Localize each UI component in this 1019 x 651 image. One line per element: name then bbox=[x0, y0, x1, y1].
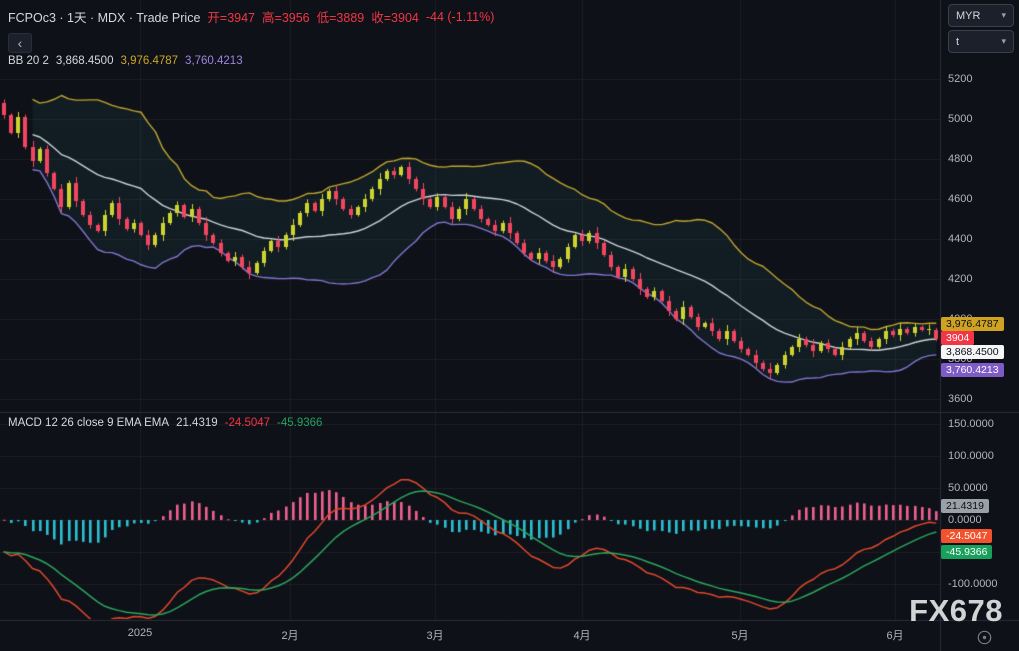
bb-lower-value: 3,760.4213 bbox=[185, 55, 243, 67]
price-tick-label: 3600 bbox=[948, 393, 973, 405]
bb-legend[interactable]: BB 20 2 3,868.4500 3,976.4787 3,760.4213 bbox=[8, 55, 243, 67]
price-badge: 3904 bbox=[941, 331, 975, 345]
macd-hist-value: 21.4319 bbox=[176, 417, 218, 429]
price-tick-label: 4200 bbox=[948, 273, 973, 285]
time-axis-label: 4月 bbox=[573, 630, 591, 642]
price-chart-canvas[interactable] bbox=[0, 0, 1019, 651]
price-tick-label: 4800 bbox=[948, 153, 973, 165]
macd-tick-label: 150.0000 bbox=[948, 418, 994, 430]
ohlc-open: 开=3947 bbox=[207, 11, 256, 25]
bb-upper-value: 3,976.4787 bbox=[120, 55, 179, 67]
bb-basis-value: 3,868.4500 bbox=[55, 55, 114, 67]
symbol-title[interactable]: FCPOc3 · 1天 · MDX · Trade Price bbox=[8, 7, 200, 26]
chevron-down-icon: ▾ bbox=[1001, 36, 1006, 46]
macd-tick-label: 0.0000 bbox=[948, 514, 982, 526]
unit-dropdown-value: t bbox=[956, 35, 960, 48]
time-axis-label: 2月 bbox=[281, 630, 299, 642]
currency-dropdown[interactable]: MYR ▾ bbox=[948, 4, 1014, 27]
unit-dropdown[interactable]: t ▾ bbox=[948, 30, 1014, 53]
macd-line-value: -24.5047 bbox=[224, 417, 271, 429]
macd-tick-label: 100.0000 bbox=[948, 450, 994, 462]
price-axis[interactable]: 520050004800460044004200400038003600150.… bbox=[940, 0, 1019, 620]
price-badge: 3,976.4787 bbox=[941, 317, 1004, 331]
ohlc-change: -44 (-1.11%) bbox=[425, 9, 495, 24]
price-tick-label: 5200 bbox=[948, 73, 973, 85]
back-button[interactable]: ‹ bbox=[8, 33, 32, 53]
price-badge: 3,760.4213 bbox=[941, 363, 1004, 377]
macd-badge: -45.9366 bbox=[941, 545, 993, 559]
price-badge: 3,868.4500 bbox=[941, 345, 1004, 359]
macd-legend-title: MACD 12 26 close 9 EMA EMA bbox=[8, 417, 170, 429]
macd-tick-label: 50.0000 bbox=[948, 482, 988, 494]
ohlc-low: 低=3889 bbox=[316, 11, 365, 25]
ohlc-close: 收=3904 bbox=[371, 11, 419, 25]
macd-signal-value: -45.9366 bbox=[277, 417, 323, 429]
target-icon[interactable] bbox=[976, 629, 993, 646]
macd-badge: -24.5047 bbox=[941, 529, 993, 543]
macd-tick-label: -100.0000 bbox=[948, 578, 998, 590]
watermark: FX678 bbox=[909, 593, 1003, 628]
macd-badge: 21.4319 bbox=[941, 499, 989, 513]
time-axis-label: 3月 bbox=[426, 630, 444, 642]
symbol-legend: FCPOc3 · 1天 · MDX · Trade Price 开=3947 高… bbox=[8, 7, 494, 26]
macd-legend[interactable]: MACD 12 26 close 9 EMA EMA 21.4319 -24.5… bbox=[8, 417, 322, 429]
bb-legend-title: BB 20 2 bbox=[8, 55, 49, 67]
time-axis[interactable]: 2025 2月 3月 4月 5月 6月 bbox=[0, 620, 1019, 651]
currency-dropdown-value: MYR bbox=[956, 9, 981, 22]
time-axis-label: 6月 bbox=[886, 630, 904, 642]
price-tick-label: 4600 bbox=[948, 193, 973, 205]
price-tick-label: 4400 bbox=[948, 233, 973, 245]
price-tick-label: 5000 bbox=[948, 113, 973, 125]
ohlc-high: 高=3956 bbox=[262, 11, 310, 25]
time-axis-label: 5月 bbox=[731, 630, 749, 642]
chevron-down-icon: ▾ bbox=[1001, 10, 1006, 20]
time-axis-label: 2025 bbox=[127, 627, 153, 639]
chart-window: FCPOc3 · 1天 · MDX · Trade Price 开=3947 高… bbox=[0, 0, 1019, 651]
